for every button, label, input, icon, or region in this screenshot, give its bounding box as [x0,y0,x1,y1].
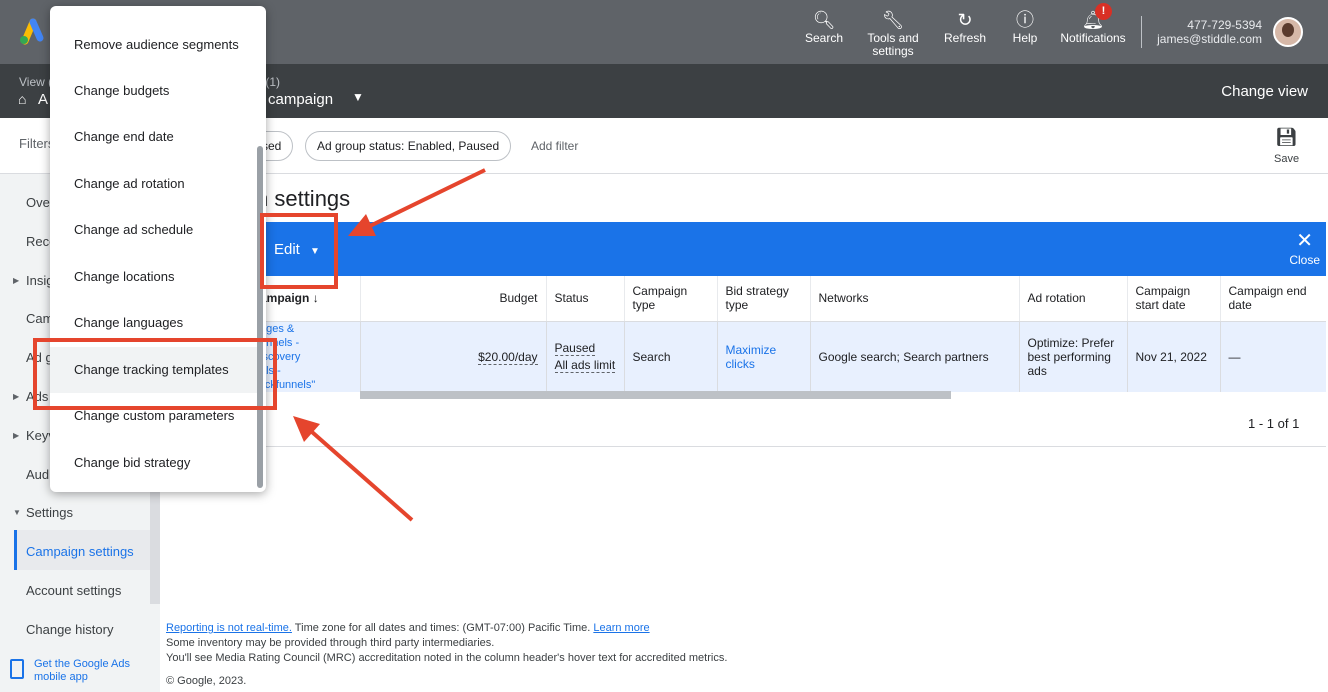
nav-item-change-history[interactable]: Change history [26,622,113,637]
annotation-arrowhead [293,416,320,442]
annotation-box-tracking-templates [33,338,277,410]
caret-right-icon: ▶ [13,392,20,401]
home-icon[interactable]: ⌂ [18,91,26,107]
bell-icon: 🔔︎ [1081,10,1105,30]
footer: Reporting is not real-time. Time zone fo… [166,622,728,664]
avatar[interactable] [1273,17,1303,47]
menu-item-change-ad-schedule[interactable]: Change ad schedule [50,207,260,253]
column-header-ad-rotation[interactable]: Ad rotation [1018,276,1127,322]
column-header-start-date[interactable]: Campaign start date [1126,276,1220,322]
edit-menu: Remove audience segments Change budgets … [50,6,266,492]
account-phone: 477-729-5394 [1187,18,1262,32]
nav-item-account-settings[interactable]: Account settings [26,583,121,598]
save-button[interactable]: 💾︎ Save [1274,127,1299,165]
view-label: View ( [19,75,53,89]
close-icon: ✕ [1296,230,1314,252]
start-date-cell: Nov 21, 2022 [1126,321,1220,392]
nav-item-campaign-settings[interactable]: Campaign settings [26,544,134,559]
search-button[interactable]: 🔍︎ Search [804,8,844,45]
annotation-box-edit [260,213,338,289]
search-icon: 🔍︎ [812,10,836,30]
refresh-icon: ↻ [957,10,973,30]
add-filter-button[interactable]: Add filter [531,139,578,153]
save-icon: 💾︎ [1275,127,1298,147]
notifications-button[interactable]: 🔔︎ Notifications [1054,8,1132,45]
google-ads-logo-icon[interactable] [16,16,46,46]
copyright: © Google, 2023. [166,675,247,687]
divider [160,446,1326,447]
caret-down-icon[interactable]: ▼ [352,90,364,104]
page-title: n settings [256,186,351,211]
notification-badge: ! [1095,3,1112,20]
close-button[interactable]: ✕ Close [1289,231,1320,267]
filter-chip-ad-group-status[interactable]: Ad group status: Enabled, Paused [305,131,512,161]
caret-right-icon: ▶ [13,431,20,440]
status-cell[interactable]: Paused All ads limit [545,321,624,392]
networks-cell: Google search; Search partners [809,321,1019,392]
column-header-campaign-type[interactable]: Campaign type [623,276,717,322]
tools-and-settings-button[interactable]: 🔧︎ Tools and settings [860,8,926,58]
budget-cell[interactable]: $20.00/day [359,321,546,392]
table-row[interactable]: ages & unnels - iscovery als - lickfunne… [160,321,1326,392]
phone-icon [10,659,24,679]
menu-item-change-budgets[interactable]: Change budgets [50,68,260,114]
menu-item-change-locations[interactable]: Change locations [50,254,260,300]
column-header-budget[interactable]: Budget [359,276,546,322]
bid-strategy-link[interactable]: Maximize clicks [716,321,810,392]
divider [1141,16,1142,48]
column-header-networks[interactable]: Networks [809,276,1019,322]
end-date-cell: — [1219,321,1326,392]
wrench-icon: 🔧︎ [881,10,905,30]
campaign-type-cell: Search [623,321,717,392]
column-header-bid-strategy-type[interactable]: Bid strategy type [716,276,810,322]
nav-item-audiences[interactable]: Audi [26,467,52,482]
table-horizontal-scrollbar[interactable] [360,391,951,399]
account-name[interactable]: A [38,91,48,108]
column-header-end-date[interactable]: Campaign end date [1219,276,1326,322]
arrow-down-icon: ↓ [312,291,319,306]
nav-item-settings[interactable]: Settings [26,505,73,520]
ad-rotation-cell: Optimize: Prefer best performing ads [1018,321,1127,392]
campaign-selector[interactable]: campaign [268,91,333,108]
menu-scrollbar[interactable] [257,146,263,488]
caret-down-icon: ▼ [13,508,21,517]
reporting-link[interactable]: Reporting is not real-time. [166,622,292,634]
caret-right-icon: ▶ [13,276,20,285]
annotation-arrow [369,168,486,228]
help-icon: ⓘ [1016,10,1034,30]
menu-item-change-ad-rotation[interactable]: Change ad rotation [50,161,260,207]
pagination-info: 1 - 1 of 1 [1248,416,1300,431]
campaign-table: ampaign ↓ Budget Status Campaign type Bi… [160,276,1326,392]
menu-item-change-bid-strategy[interactable]: Change bid strategy [50,440,260,486]
refresh-button[interactable]: ↻ Refresh [940,8,990,45]
menu-item-remove-audience-segments[interactable]: Remove audience segments [50,22,260,68]
menu-item-change-end-date[interactable]: Change end date [50,114,260,160]
learn-more-link[interactable]: Learn more [593,622,649,634]
account-info[interactable]: 477-729-5394 james@stiddle.com [1150,18,1262,46]
change-view-button[interactable]: Change view [1221,83,1308,100]
column-header-status[interactable]: Status [545,276,624,322]
help-button[interactable]: ⓘ Help [1008,8,1042,45]
account-email: james@stiddle.com [1157,32,1262,46]
